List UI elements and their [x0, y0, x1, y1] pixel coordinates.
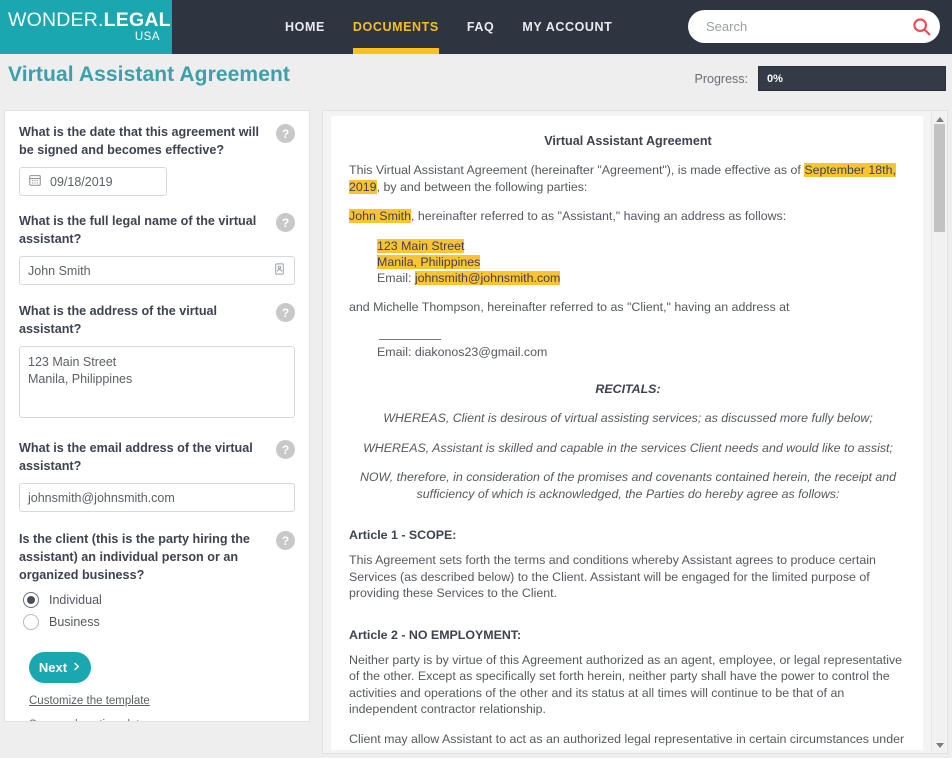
- highlight-assistant-name: John Smith: [349, 209, 411, 223]
- search-box[interactable]: [688, 10, 940, 43]
- document-title: Virtual Assistant Agreement: [544, 134, 712, 148]
- search-icon[interactable]: [908, 14, 934, 40]
- article-2-body-2: Client may allow Assistant to act as an …: [349, 731, 905, 751]
- document-scrollbar[interactable]: [931, 112, 946, 752]
- article-2-heading: Article 2 - NO EMPLOYMENT:: [349, 627, 522, 642]
- page-titlebar: Virtual Assistant Agreement Progress: 0%: [0, 54, 952, 106]
- article-1-heading: Article 1 - SCOPE:: [349, 528, 457, 542]
- highlight-address-line2: Manila, Philippines: [377, 254, 481, 269]
- scrollbar-thumb[interactable]: [934, 124, 945, 232]
- question-assistant-address: What is the address of the virtual assis…: [19, 302, 295, 423]
- chevron-right-icon: [72, 660, 81, 675]
- radio-option-business[interactable]: Business: [23, 614, 295, 630]
- search-input[interactable]: [704, 18, 908, 35]
- client-address-blank: [379, 331, 441, 340]
- radio-business-label: Business: [49, 615, 100, 629]
- radio-individual-icon[interactable]: [23, 592, 39, 608]
- scroll-down-arrow-icon[interactable]: [932, 738, 947, 752]
- nav-item-documents[interactable]: DOCUMENTS: [352, 0, 439, 54]
- document-paragraph-assistant: John Smith, hereinafter referred to as "…: [349, 208, 907, 225]
- page-title: Virtual Assistant Agreement: [8, 63, 291, 86]
- calendar-icon: [28, 173, 42, 190]
- app-root: WONDER.LEGAL USA HOME DOCUMENTS FAQ MY A…: [0, 0, 952, 758]
- help-icon[interactable]: ?: [276, 531, 295, 550]
- main-nav: HOME DOCUMENTS FAQ MY ACCOUNT: [285, 0, 612, 54]
- question-label: Is the client (this is the party hiring …: [19, 532, 250, 582]
- recital-3: NOW, therefore, in consideration of the …: [359, 470, 897, 501]
- assistant-name-field[interactable]: John Smith: [19, 256, 295, 285]
- nav-item-home[interactable]: HOME: [285, 0, 325, 54]
- document-paragraph-intro: This Virtual Assistant Agreement (herein…: [349, 162, 907, 195]
- assistant-email-field[interactable]: johnsmith@johnsmith.com: [19, 483, 295, 512]
- progress-area: Progress: 0%: [694, 66, 946, 91]
- progress-bar: 0%: [758, 66, 946, 91]
- highlight-assistant-email: johnsmith@johnsmith.com: [414, 270, 561, 285]
- progress-label: Progress:: [694, 71, 749, 86]
- next-button-label: Next: [38, 660, 68, 675]
- article-2-body-1: Neither party is by virtue of this Agree…: [349, 652, 903, 717]
- help-icon[interactable]: ?: [276, 440, 295, 459]
- recital-1: WHEREAS, Client is desirous of virtual a…: [383, 411, 873, 425]
- progress-value: 0%: [767, 72, 783, 85]
- assistant-email-value: johnsmith@johnsmith.com: [28, 490, 175, 505]
- logo-wordmark-bold: LEGAL: [103, 9, 171, 31]
- document-assistant-address-block: 123 Main Street Manila, Philippines Emai…: [349, 238, 907, 286]
- document-page: Virtual Assistant Agreement This Virtual…: [331, 116, 923, 750]
- nav-item-faq[interactable]: FAQ: [467, 0, 495, 54]
- question-client-type: Is the client (this is the party hiring …: [19, 530, 295, 630]
- question-label: What is the date that this agreement wil…: [19, 125, 260, 157]
- next-button[interactable]: Next: [29, 652, 91, 683]
- help-icon[interactable]: ?: [276, 213, 295, 232]
- document-client-address-block: Email: diakonos23@gmail.com: [349, 328, 907, 360]
- logo-wordmark-thin: WONDER.: [8, 9, 104, 31]
- site-header: WONDER.LEGAL USA HOME DOCUMENTS FAQ MY A…: [0, 0, 952, 54]
- help-icon[interactable]: ?: [276, 303, 295, 322]
- radio-individual-label: Individual: [49, 593, 102, 607]
- question-label: What is the email address of the virtual…: [19, 441, 253, 473]
- article-1-body: This Agreement sets forth the terms and …: [349, 553, 876, 600]
- highlight-address-line1: 123 Main Street: [377, 238, 465, 253]
- radio-option-individual[interactable]: Individual: [23, 592, 295, 608]
- question-assistant-email: What is the email address of the virtual…: [19, 439, 295, 512]
- question-label: What is the address of the virtual assis…: [19, 304, 218, 336]
- recital-2: WHEREAS, Assistant is skilled and capabl…: [363, 440, 893, 455]
- document-paragraph-client: and Michelle Thompson, hereinafter refer…: [349, 299, 790, 314]
- nav-item-my-account[interactable]: MY ACCOUNT: [522, 0, 612, 54]
- customize-template-link[interactable]: Customize the template: [29, 695, 295, 707]
- document-preview-panel: Virtual Assistant Agreement This Virtual…: [322, 110, 948, 754]
- logo-wordmark: WONDER.LEGAL: [8, 9, 171, 31]
- questionnaire-form: What is the date that this agreement wil…: [5, 111, 309, 721]
- question-label: What is the full legal name of the virtu…: [19, 214, 257, 246]
- site-logo[interactable]: WONDER.LEGAL USA: [0, 0, 172, 54]
- client-email-label: Email:: [377, 345, 415, 359]
- question-assistant-name: What is the full legal name of the virtu…: [19, 212, 295, 285]
- help-icon[interactable]: ?: [276, 124, 295, 143]
- assistant-text-b: , hereinafter referred to as "Assistant,…: [410, 209, 787, 223]
- intro-text-a: This Virtual Assistant Agreement (herein…: [349, 163, 805, 177]
- recitals-heading: RECITALS:: [595, 382, 661, 396]
- contact-card-icon[interactable]: [273, 262, 286, 279]
- save-and-continue-link[interactable]: Save and continue later: [29, 719, 295, 721]
- radio-business-icon[interactable]: [23, 614, 39, 630]
- client-email-value: diakonos23@gmail.com: [414, 345, 548, 359]
- date-value: 09/18/2019: [50, 174, 113, 189]
- assistant-email-label: Email:: [377, 270, 415, 285]
- logo-region-label: USA: [134, 31, 160, 43]
- questionnaire-panel: What is the date that this agreement wil…: [4, 110, 310, 722]
- assistant-name-value: John Smith: [28, 263, 91, 278]
- date-field[interactable]: 09/18/2019: [19, 167, 167, 196]
- question-effective-date: What is the date that this agreement wil…: [19, 123, 295, 196]
- assistant-address-field[interactable]: [19, 346, 295, 418]
- intro-text-b: , by and between the following parties:: [376, 179, 588, 194]
